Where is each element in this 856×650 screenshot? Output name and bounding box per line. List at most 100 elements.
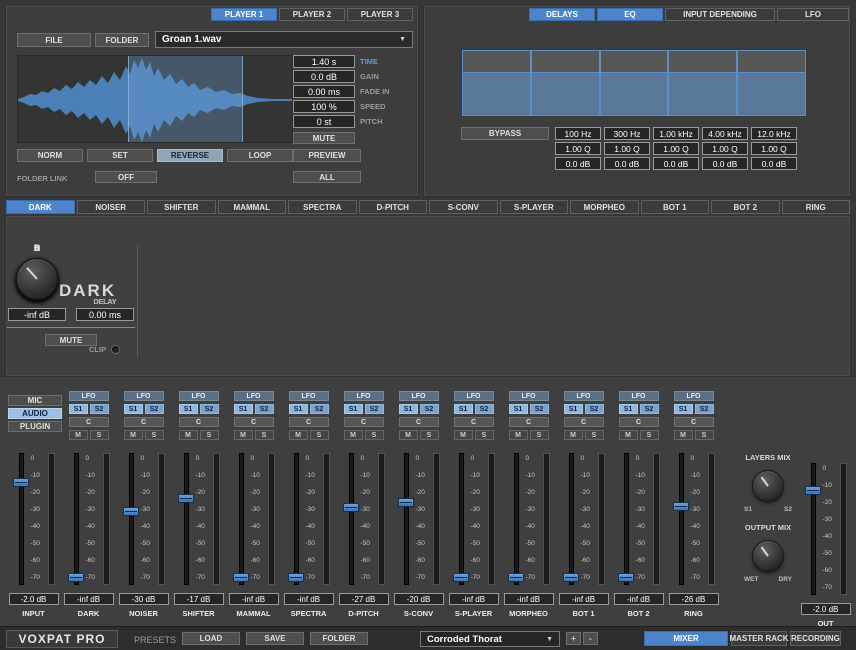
- view-button[interactable]: MASTER RACK: [731, 631, 787, 646]
- lfo-button[interactable]: LFO: [234, 391, 274, 401]
- eq-freq-value[interactable]: 300 Hz: [604, 127, 650, 140]
- param-value[interactable]: 0 st: [293, 115, 355, 128]
- eq-band-handle[interactable]: [668, 50, 737, 116]
- save-preset-button[interactable]: SAVE: [246, 632, 304, 645]
- s2-button[interactable]: S2: [200, 404, 219, 414]
- eq-freq-value[interactable]: 12.0 kHz: [751, 127, 797, 140]
- module-tab[interactable]: S-PLAYER: [500, 200, 569, 214]
- mute-button[interactable]: M: [124, 430, 143, 440]
- eq-freq-value[interactable]: 100 Hz: [555, 127, 601, 140]
- s1-button[interactable]: S1: [234, 404, 253, 414]
- mute-button[interactable]: M: [674, 430, 693, 440]
- eq-q-value[interactable]: 1.00 Q: [604, 142, 650, 155]
- preset-dropdown[interactable]: Corroded Thorat ▼: [420, 631, 560, 647]
- solo-button[interactable]: S: [200, 430, 219, 440]
- solo-button[interactable]: S: [420, 430, 439, 440]
- s2-button[interactable]: S2: [255, 404, 274, 414]
- pan-center-button[interactable]: C: [399, 417, 439, 427]
- module-tab[interactable]: BOT 2: [711, 200, 780, 214]
- pan-center-button[interactable]: C: [344, 417, 384, 427]
- player-tab[interactable]: PLAYER 3: [347, 8, 413, 21]
- volume-fader[interactable]: [178, 453, 194, 585]
- volume-fader[interactable]: [618, 453, 634, 585]
- lfo-button[interactable]: LFO: [564, 391, 604, 401]
- s1-button[interactable]: S1: [399, 404, 418, 414]
- channel-level-value[interactable]: -inf dB: [559, 593, 609, 605]
- lfo-button[interactable]: LFO: [619, 391, 659, 401]
- s1-button[interactable]: S1: [509, 404, 528, 414]
- fader-handle[interactable]: [398, 498, 414, 507]
- lfo-button[interactable]: LFO: [399, 391, 439, 401]
- channel-level-value[interactable]: -inf dB: [614, 593, 664, 605]
- fader-handle[interactable]: [123, 507, 139, 516]
- wave-edit-button[interactable]: NORM: [17, 149, 83, 162]
- eq-q-value[interactable]: 1.00 Q: [702, 142, 748, 155]
- s2-button[interactable]: S2: [530, 404, 549, 414]
- fader-handle[interactable]: [673, 502, 689, 511]
- player-mute-button[interactable]: MUTE: [293, 132, 355, 144]
- module-tab[interactable]: DARK: [6, 200, 75, 214]
- lfo-button[interactable]: LFO: [344, 391, 384, 401]
- eq-freq-value[interactable]: 4.00 kHz: [702, 127, 748, 140]
- module-tab[interactable]: NOISER: [77, 200, 146, 214]
- volume-fader[interactable]: [68, 453, 84, 585]
- solo-button[interactable]: S: [365, 430, 384, 440]
- module-tab[interactable]: RING: [782, 200, 851, 214]
- wave-edit-button[interactable]: LOOP: [227, 149, 293, 162]
- fader-handle[interactable]: [178, 494, 194, 503]
- file-button[interactable]: FILE: [17, 33, 91, 47]
- solo-button[interactable]: S: [145, 430, 164, 440]
- level-knob[interactable]: [16, 258, 58, 300]
- s1-button[interactable]: S1: [124, 404, 143, 414]
- mute-button[interactable]: M: [344, 430, 363, 440]
- s1-button[interactable]: S1: [69, 404, 88, 414]
- mute-button[interactable]: M: [69, 430, 88, 440]
- channel-level-value[interactable]: -2.0 dB: [9, 593, 59, 605]
- solo-button[interactable]: S: [255, 430, 274, 440]
- view-button[interactable]: MIXER: [644, 631, 728, 646]
- s2-button[interactable]: S2: [310, 404, 329, 414]
- solo-button[interactable]: S: [585, 430, 604, 440]
- volume-fader[interactable]: [288, 453, 304, 585]
- delay-value[interactable]: 0.00 ms: [76, 308, 134, 321]
- lfo-button[interactable]: LFO: [454, 391, 494, 401]
- level-value[interactable]: -inf dB: [8, 308, 66, 321]
- channel-level-value[interactable]: -inf dB: [284, 593, 334, 605]
- solo-button[interactable]: S: [310, 430, 329, 440]
- fader-handle[interactable]: [13, 478, 29, 487]
- volume-fader[interactable]: [233, 453, 249, 585]
- lfo-button[interactable]: LFO: [124, 391, 164, 401]
- player-tab[interactable]: PLAYER 2: [279, 8, 345, 21]
- pan-center-button[interactable]: C: [234, 417, 274, 427]
- module-tab[interactable]: SPECTRA: [288, 200, 357, 214]
- module-tab[interactable]: MAMMAL: [218, 200, 287, 214]
- eq-q-value[interactable]: 1.00 Q: [555, 142, 601, 155]
- channel-level-value[interactable]: -30 dB: [119, 593, 169, 605]
- channel-level-value[interactable]: -inf dB: [449, 593, 499, 605]
- pan-center-button[interactable]: C: [564, 417, 604, 427]
- mute-button[interactable]: M: [454, 430, 473, 440]
- solo-button[interactable]: S: [475, 430, 494, 440]
- module-tab[interactable]: D-PITCH: [359, 200, 428, 214]
- all-button[interactable]: ALL: [293, 171, 361, 183]
- solo-button[interactable]: S: [640, 430, 659, 440]
- pan-center-button[interactable]: C: [179, 417, 219, 427]
- fader-handle[interactable]: [343, 503, 359, 512]
- lfo-button[interactable]: LFO: [179, 391, 219, 401]
- lfo-button[interactable]: LFO: [674, 391, 714, 401]
- volume-fader[interactable]: [123, 453, 139, 585]
- mute-button[interactable]: M: [179, 430, 198, 440]
- volume-fader[interactable]: [673, 453, 689, 585]
- channel-level-value[interactable]: -27 dB: [339, 593, 389, 605]
- solo-button[interactable]: S: [90, 430, 109, 440]
- s1-button[interactable]: S1: [674, 404, 693, 414]
- fx-tab[interactable]: DELAYS: [529, 8, 595, 21]
- eq-gain-value[interactable]: 0.0 dB: [653, 157, 699, 170]
- module-tab[interactable]: MORPHEO: [570, 200, 639, 214]
- folder-link-off-button[interactable]: OFF: [95, 171, 157, 183]
- param-value[interactable]: 0.00 ms: [293, 85, 355, 98]
- s1-button[interactable]: S1: [619, 404, 638, 414]
- param-value[interactable]: 100 %: [293, 100, 355, 113]
- eq-q-value[interactable]: 1.00 Q: [653, 142, 699, 155]
- waveform-selection[interactable]: [128, 56, 243, 142]
